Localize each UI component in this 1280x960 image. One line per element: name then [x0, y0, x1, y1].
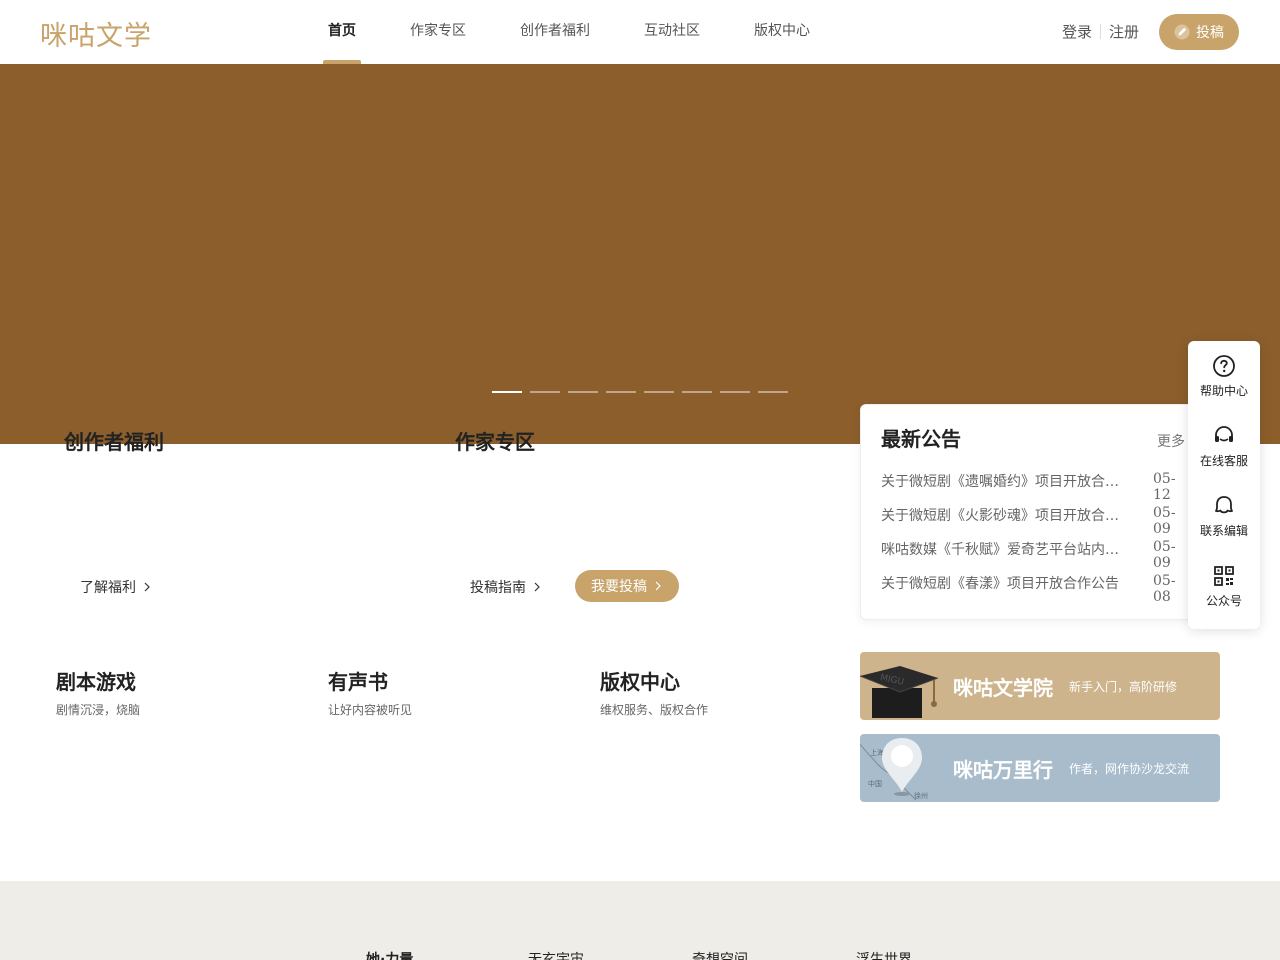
chevron-right-icon: [534, 582, 540, 592]
academy-promo-title: 咪咕文学院: [953, 676, 1053, 700]
main-nav: 首页 作家专区 创作者福利 互动社区 版权中心: [315, 0, 851, 64]
announcement-date: 05-09: [1153, 505, 1176, 537]
nav-item-community[interactable]: 互动社区: [631, 0, 713, 64]
footer-section: 她·力量 无玄宇宙 奇想空间 浮生世界: [0, 881, 1280, 960]
announcement-item[interactable]: 关于微短剧《春漾》项目开放合作公告 05-08: [881, 573, 1201, 607]
announcements-title: 最新公告: [881, 427, 961, 451]
academy-promo-banner[interactable]: MIGU 咪咕文学院 新手入门，高阶研修: [860, 652, 1220, 720]
map-label-shanghai: 上海: [870, 748, 884, 757]
footer-links: 她·力量 无玄宇宙 奇想空间 浮生世界: [366, 949, 1020, 960]
contact-editor-label: 联系编辑: [1199, 523, 1248, 538]
footer-link[interactable]: 浮生世界: [856, 949, 1020, 960]
footer-link[interactable]: 无玄宇宙: [528, 949, 692, 960]
announcement-item[interactable]: 咪咕数媒《千秋赋》爱奇艺平台站内上线公告 05-09: [881, 539, 1201, 573]
auth-divider: [1100, 24, 1102, 39]
submit-manuscript-label: 我要投稿: [591, 579, 647, 595]
hero-banner[interactable]: [0, 64, 1280, 444]
site-logo[interactable]: 咪咕文学: [40, 14, 152, 53]
tour-promo-title: 咪咕万里行: [953, 758, 1053, 782]
category-title: 版权中心: [600, 670, 680, 694]
submission-guide-link[interactable]: 投稿指南: [470, 577, 542, 597]
chevron-right-icon: [655, 581, 661, 591]
announcement-item[interactable]: 关于微短剧《遗嘱婚约》项目开放合作公告 05-12: [881, 471, 1201, 505]
headset-icon: [1215, 425, 1233, 442]
official-account-label: 公众号: [1205, 593, 1242, 608]
pen-icon: [1174, 24, 1190, 40]
online-service-button[interactable]: 在线客服: [1188, 411, 1260, 481]
graduation-cap-icon: MIGU: [860, 666, 939, 718]
nav-item-copyright[interactable]: 版权中心: [741, 0, 823, 64]
category-subtitle: 剧情沉浸，烧脑: [56, 703, 141, 717]
chevron-right-icon: [144, 582, 150, 592]
help-icon: [1213, 354, 1235, 377]
carousel-dot[interactable]: [530, 391, 560, 393]
academy-promo-subtitle: 新手入门，高阶研修: [1069, 680, 1178, 694]
announcements-panel: 最新公告 更多 关于微短剧《遗嘱婚约》项目开放合作公告 05-12 关于微短剧《…: [860, 404, 1200, 620]
submit-manuscript-button[interactable]: 我要投稿: [575, 570, 679, 602]
map-label-china: 中国: [868, 779, 882, 788]
category-script-game[interactable]: 剧本游戏 剧情沉浸，烧脑: [56, 666, 140, 718]
nav-item-creator-welfare[interactable]: 创作者福利: [507, 0, 603, 64]
carousel-indicators: [492, 391, 788, 393]
floating-toolbar: 帮助中心 在线客服 联系编辑 公众号: [1188, 341, 1260, 629]
submit-button-label: 投稿: [1196, 25, 1224, 41]
carousel-dot[interactable]: [758, 391, 788, 393]
carousel-dot[interactable]: [492, 391, 522, 393]
welfare-link-label: 了解福利: [80, 580, 136, 596]
carousel-dot[interactable]: [720, 391, 750, 393]
online-service-label: 在线客服: [1199, 453, 1248, 468]
carousel-dot[interactable]: [682, 391, 712, 393]
map-pin-icon: 上海 中国 徐州: [860, 738, 928, 801]
tour-promo-subtitle: 作者，网作协沙龙交流: [1069, 762, 1190, 776]
category-title: 有声书: [328, 670, 388, 694]
writer-card-title: 作家专区: [455, 430, 535, 454]
contact-editor-button[interactable]: 联系编辑: [1188, 481, 1260, 551]
submit-button[interactable]: 投稿: [1159, 14, 1239, 50]
announcements-more-link[interactable]: 更多: [1157, 431, 1185, 451]
qrcode-icon: [1214, 565, 1234, 586]
register-link[interactable]: 注册: [1109, 21, 1139, 42]
guide-link-label: 投稿指南: [470, 580, 526, 596]
nav-item-writer-zone[interactable]: 作家专区: [397, 0, 479, 64]
announcement-text: 关于微短剧《遗嘱婚约》项目开放合作公告: [881, 474, 1121, 490]
chat-icon: [1215, 495, 1233, 513]
carousel-dot[interactable]: [568, 391, 598, 393]
welfare-learn-more-link[interactable]: 了解福利: [80, 577, 152, 597]
announcement-date: 05-08: [1153, 573, 1176, 605]
map-label-xuzhou: 徐州: [914, 791, 928, 800]
official-account-button[interactable]: 公众号: [1188, 551, 1260, 621]
announcement-text: 咪咕数媒《千秋赋》爱奇艺平台站内上线公告: [881, 542, 1121, 558]
auth-links: 登录 注册: [1062, 21, 1139, 42]
category-subtitle: 维权服务、版权合作: [600, 703, 709, 717]
nav-item-home[interactable]: 首页: [315, 0, 369, 64]
announcement-text: 关于微短剧《火影砂魂》项目开放合作公告: [881, 508, 1121, 524]
category-copyright-center[interactable]: 版权中心 维权服务、版权合作: [600, 666, 708, 718]
top-header: 咪咕文学 首页 作家专区 创作者福利 互动社区 版权中心 登录 注册 投稿: [0, 0, 1280, 64]
carousel-dot[interactable]: [644, 391, 674, 393]
announcement-text: 关于微短剧《春漾》项目开放合作公告: [881, 576, 1119, 592]
login-link[interactable]: 登录: [1062, 21, 1092, 42]
carousel-dot[interactable]: [606, 391, 636, 393]
help-center-label: 帮助中心: [1199, 383, 1248, 398]
category-subtitle: 让好内容被听见: [328, 703, 413, 717]
category-title: 剧本游戏: [56, 670, 136, 694]
announcement-item[interactable]: 关于微短剧《火影砂魂》项目开放合作公告 05-09: [881, 505, 1201, 539]
footer-link[interactable]: 奇想空间: [692, 949, 856, 960]
welfare-card-title: 创作者福利: [64, 430, 164, 454]
category-audiobook[interactable]: 有声书 让好内容被听见: [328, 666, 412, 718]
announcements-list: 关于微短剧《遗嘱婚约》项目开放合作公告 05-12 关于微短剧《火影砂魂》项目开…: [881, 471, 1201, 607]
footer-link[interactable]: 她·力量: [366, 949, 528, 960]
announcement-date: 05-09: [1153, 539, 1176, 571]
announcement-date: 05-12: [1153, 471, 1176, 503]
help-center-button[interactable]: 帮助中心: [1188, 341, 1260, 411]
tour-promo-banner[interactable]: 上海 中国 徐州 咪咕万里行 作者，网作协沙龙交流: [860, 734, 1220, 802]
